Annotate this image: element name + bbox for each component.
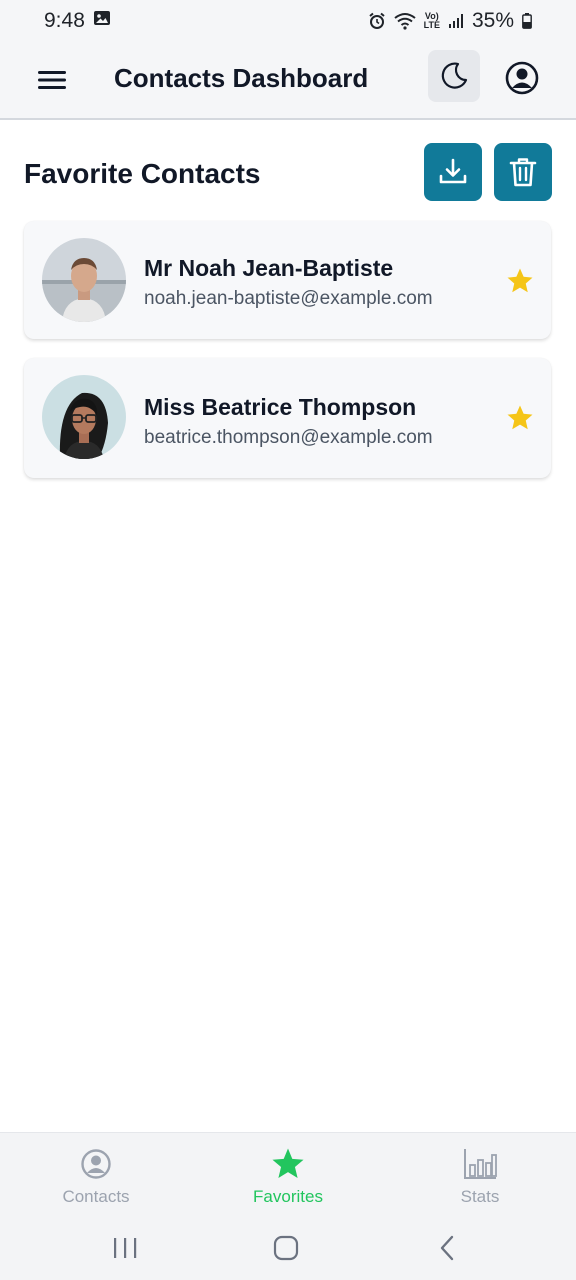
status-right: Vo) LTE 35% — [368, 9, 532, 33]
nav-item-stats[interactable]: Stats — [384, 1133, 576, 1219]
battery-icon — [522, 13, 532, 29]
status-left: 9:48 — [44, 9, 111, 33]
back-chevron-icon — [440, 1235, 454, 1261]
system-nav-bar — [0, 1218, 576, 1280]
download-button[interactable] — [424, 143, 482, 201]
trash-icon — [509, 158, 537, 187]
recent-apps-button[interactable] — [105, 1232, 145, 1264]
nav-item-favorites[interactable]: Favorites — [192, 1133, 384, 1219]
home-icon — [273, 1235, 299, 1261]
user-circle-icon — [80, 1147, 112, 1181]
contact-email: beatrice.thompson@example.com — [144, 427, 433, 448]
contact-card[interactable]: Miss Beatrice Thompson beatrice.thompson… — [24, 358, 551, 478]
volte-bottom: LTE — [423, 20, 440, 30]
favorite-toggle[interactable] — [504, 265, 536, 297]
bar-chart-icon — [462, 1147, 498, 1181]
home-button[interactable] — [266, 1232, 306, 1264]
battery-percent: 35% — [471, 9, 514, 32]
star-icon — [270, 1147, 306, 1181]
wifi-icon — [394, 12, 416, 30]
bottom-nav: Contacts Favorites Stats — [0, 1132, 576, 1219]
app-bar: Contacts Dashboard — [0, 42, 576, 120]
section-title: Favorite Contacts — [24, 158, 261, 189]
dark-mode-toggle[interactable] — [428, 50, 480, 102]
nav-label-favorites: Favorites — [253, 1187, 323, 1206]
recents-icon — [114, 1238, 137, 1258]
status-bar: 9:48 Vo) LTE 35% — [0, 0, 576, 42]
star-icon — [507, 405, 533, 430]
nav-label-contacts: Contacts — [62, 1187, 130, 1206]
moon-icon — [441, 62, 468, 89]
delete-button[interactable] — [494, 143, 552, 201]
nav-item-contacts[interactable]: Contacts — [0, 1133, 192, 1219]
volte-icon: Vo) LTE — [424, 12, 440, 30]
nav-label-stats: Stats — [460, 1187, 500, 1206]
profile-button[interactable] — [502, 58, 542, 98]
page-title: Contacts Dashboard — [114, 63, 369, 93]
menu-button[interactable] — [34, 62, 70, 98]
hamburger-menu-icon — [38, 71, 66, 89]
gallery-icon — [93, 9, 111, 33]
back-button[interactable] — [428, 1232, 468, 1264]
status-time: 9:48 — [44, 9, 85, 32]
contact-name: Miss Beatrice Thompson — [144, 394, 417, 420]
avatar — [42, 375, 126, 459]
contact-name: Mr Noah Jean-Baptiste — [144, 255, 394, 281]
signal-icon — [448, 13, 464, 29]
download-icon — [439, 158, 467, 184]
alarm-icon — [368, 12, 386, 30]
contact-card[interactable]: Mr Noah Jean-Baptiste noah.jean-baptiste… — [24, 221, 551, 339]
avatar — [42, 238, 126, 322]
contact-email: noah.jean-baptiste@example.com — [144, 288, 433, 309]
star-icon — [507, 268, 533, 293]
favorite-toggle[interactable] — [504, 402, 536, 434]
user-circle-icon — [505, 61, 539, 95]
